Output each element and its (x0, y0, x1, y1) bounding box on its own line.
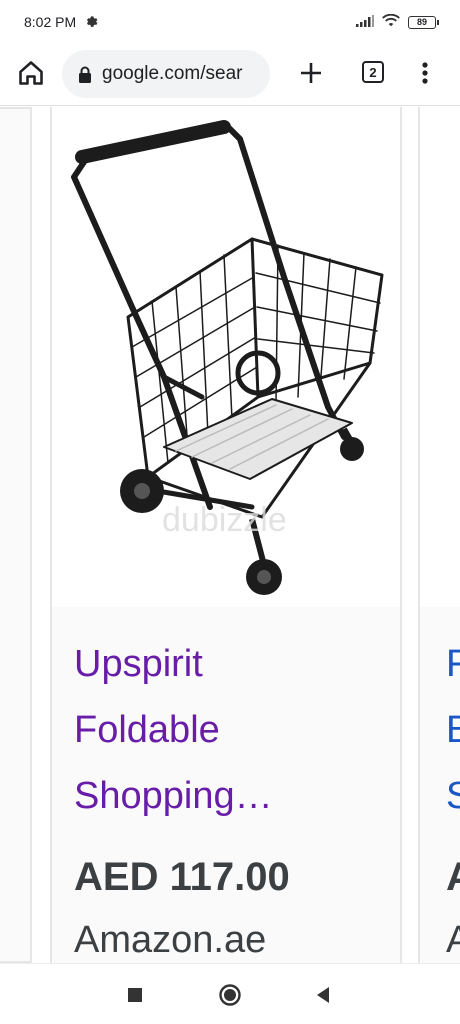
product-price: AED 117.00 (74, 855, 290, 899)
tab-count: 2 (362, 61, 384, 83)
next-product-info: F B S A A (420, 607, 460, 963)
shopping-results-carousel: dubizzle Upspirit Foldable Shopping… AED… (0, 107, 460, 963)
home-button[interactable] (14, 56, 48, 90)
next-price: A (446, 855, 460, 900)
battery-icon: 89 (408, 15, 439, 29)
more-vert-icon (422, 62, 428, 84)
overflow-menu-button[interactable] (410, 56, 440, 90)
home-icon (19, 61, 43, 85)
system-navigation-bar (0, 963, 460, 1024)
next-merchant: A (446, 919, 460, 961)
recents-button[interactable] (122, 982, 148, 1008)
square-icon (128, 988, 142, 1002)
product-title-line-3[interactable]: Shopping… (74, 775, 273, 818)
shopping-cart-image: dubizzle (71, 120, 384, 595)
url-text: google.com/sear (102, 63, 243, 84)
lock-icon (78, 66, 92, 83)
plus-icon (301, 63, 321, 83)
product-title-line-2[interactable]: Foldable (74, 709, 220, 752)
next-title-line-3[interactable]: S (446, 775, 460, 818)
signal-icon (356, 14, 374, 30)
status-bar: 8:02 PM 89 (0, 0, 460, 44)
tab-switcher-button[interactable]: 2 (359, 58, 387, 86)
next-product-card[interactable]: F B S A A (418, 107, 460, 963)
status-time: 8:02 PM (24, 14, 77, 30)
wifi-icon (382, 13, 400, 31)
triangle-back-icon (317, 987, 329, 1003)
image-watermark: dubizzle (162, 501, 287, 539)
settings-gear-icon (84, 14, 98, 31)
address-bar[interactable]: google.com/sear (62, 50, 270, 98)
circle-icon (219, 984, 241, 1006)
previous-product-card-edge[interactable] (0, 107, 32, 963)
product-title-line-1[interactable]: Upspirit (74, 643, 203, 686)
home-nav-button[interactable] (217, 982, 243, 1008)
browser-toolbar: google.com/sear 2 (0, 44, 460, 106)
next-title-line-2[interactable]: B (446, 709, 460, 752)
product-info: Upspirit Foldable Shopping… AED 117.00 A… (52, 607, 400, 963)
product-merchant: Amazon.ae (74, 919, 267, 961)
product-card[interactable]: dubizzle Upspirit Foldable Shopping… AED… (50, 107, 402, 963)
next-title-line-1[interactable]: F (446, 643, 460, 686)
back-button[interactable] (310, 982, 336, 1008)
new-tab-button[interactable] (294, 56, 328, 90)
product-image[interactable]: dubizzle (52, 107, 400, 607)
